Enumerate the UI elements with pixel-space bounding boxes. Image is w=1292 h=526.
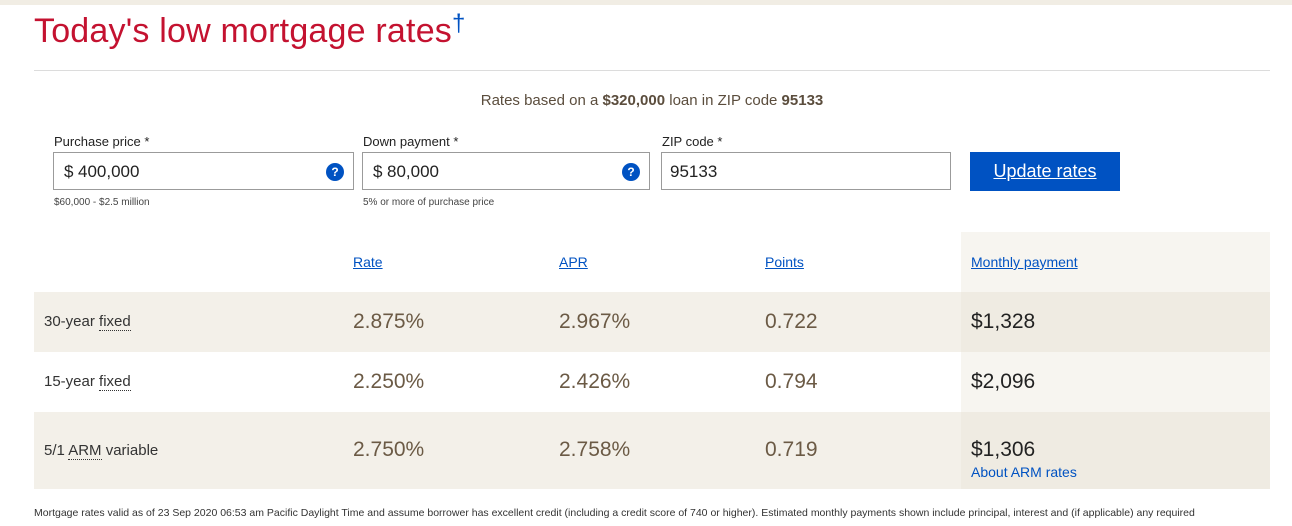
fixed-term-link[interactable]: fixed (99, 313, 131, 331)
product-5-1-arm: 5/1 ARM variable (44, 442, 159, 460)
table-row (34, 352, 1270, 412)
down-payment-value: 80,000 (387, 162, 439, 181)
help-icon[interactable]: ? (622, 163, 640, 181)
payment-value: $2,096 (971, 370, 1036, 393)
apr-value: 2.758% (559, 438, 631, 461)
purchase-price-value: 400,000 (78, 162, 140, 181)
rate-header-link[interactable]: Rate (353, 254, 383, 270)
apr-value: 2.426% (559, 370, 631, 393)
down-payment-input[interactable]: $ 80,000 ? (362, 152, 650, 190)
rate-value: 2.750% (353, 438, 425, 461)
dagger-footnote-link[interactable]: † (452, 10, 466, 37)
payment-value: $1,306 (971, 438, 1036, 461)
down-payment-hint: 5% or more of purchase price (363, 197, 495, 208)
page-title: Today's low mortgage rates† (34, 10, 466, 50)
arm-term-link[interactable]: ARM (68, 442, 102, 460)
zip-value: 95133 (670, 162, 718, 181)
about-arm-rates-link[interactable]: About ARM rates (971, 464, 1077, 480)
disclaimer-text: Mortgage rates valid as of 23 Sep 2020 0… (34, 507, 1195, 519)
points-value: 0.794 (765, 370, 818, 393)
points-header-link[interactable]: Points (765, 254, 804, 270)
product-15-year-fixed: 15-year fixed (44, 373, 131, 391)
rate-basis-text: Rates based on a $320,000 loan in ZIP co… (480, 92, 824, 109)
help-icon[interactable]: ? (326, 163, 344, 181)
divider (34, 70, 1270, 71)
product-30-year-fixed: 30-year fixed (44, 313, 131, 331)
table-row (34, 412, 1270, 489)
zip-input[interactable]: 95133 (661, 152, 951, 190)
points-value: 0.719 (765, 438, 818, 461)
currency-prefix: $ (373, 162, 383, 181)
top-bar (0, 0, 1292, 5)
apr-header-link[interactable]: APR (559, 254, 588, 270)
purchase-price-label: Purchase price * (54, 134, 150, 149)
purchase-price-hint: $60,000 - $2.5 million (54, 197, 150, 208)
update-rates-button[interactable]: Update rates (970, 152, 1120, 191)
monthly-payment-header-link[interactable]: Monthly payment (971, 254, 1078, 270)
down-payment-label: Down payment * (363, 134, 459, 149)
currency-prefix: $ (64, 162, 74, 181)
fixed-term-link[interactable]: fixed (99, 373, 131, 391)
rate-value: 2.875% (353, 310, 425, 333)
purchase-price-input[interactable]: $ 400,000 ? (53, 152, 354, 190)
table-row (34, 292, 1270, 352)
rate-value: 2.250% (353, 370, 425, 393)
apr-value: 2.967% (559, 310, 631, 333)
zip-label: ZIP code * (662, 134, 723, 149)
payment-value: $1,328 (971, 310, 1036, 333)
points-value: 0.722 (765, 310, 818, 333)
